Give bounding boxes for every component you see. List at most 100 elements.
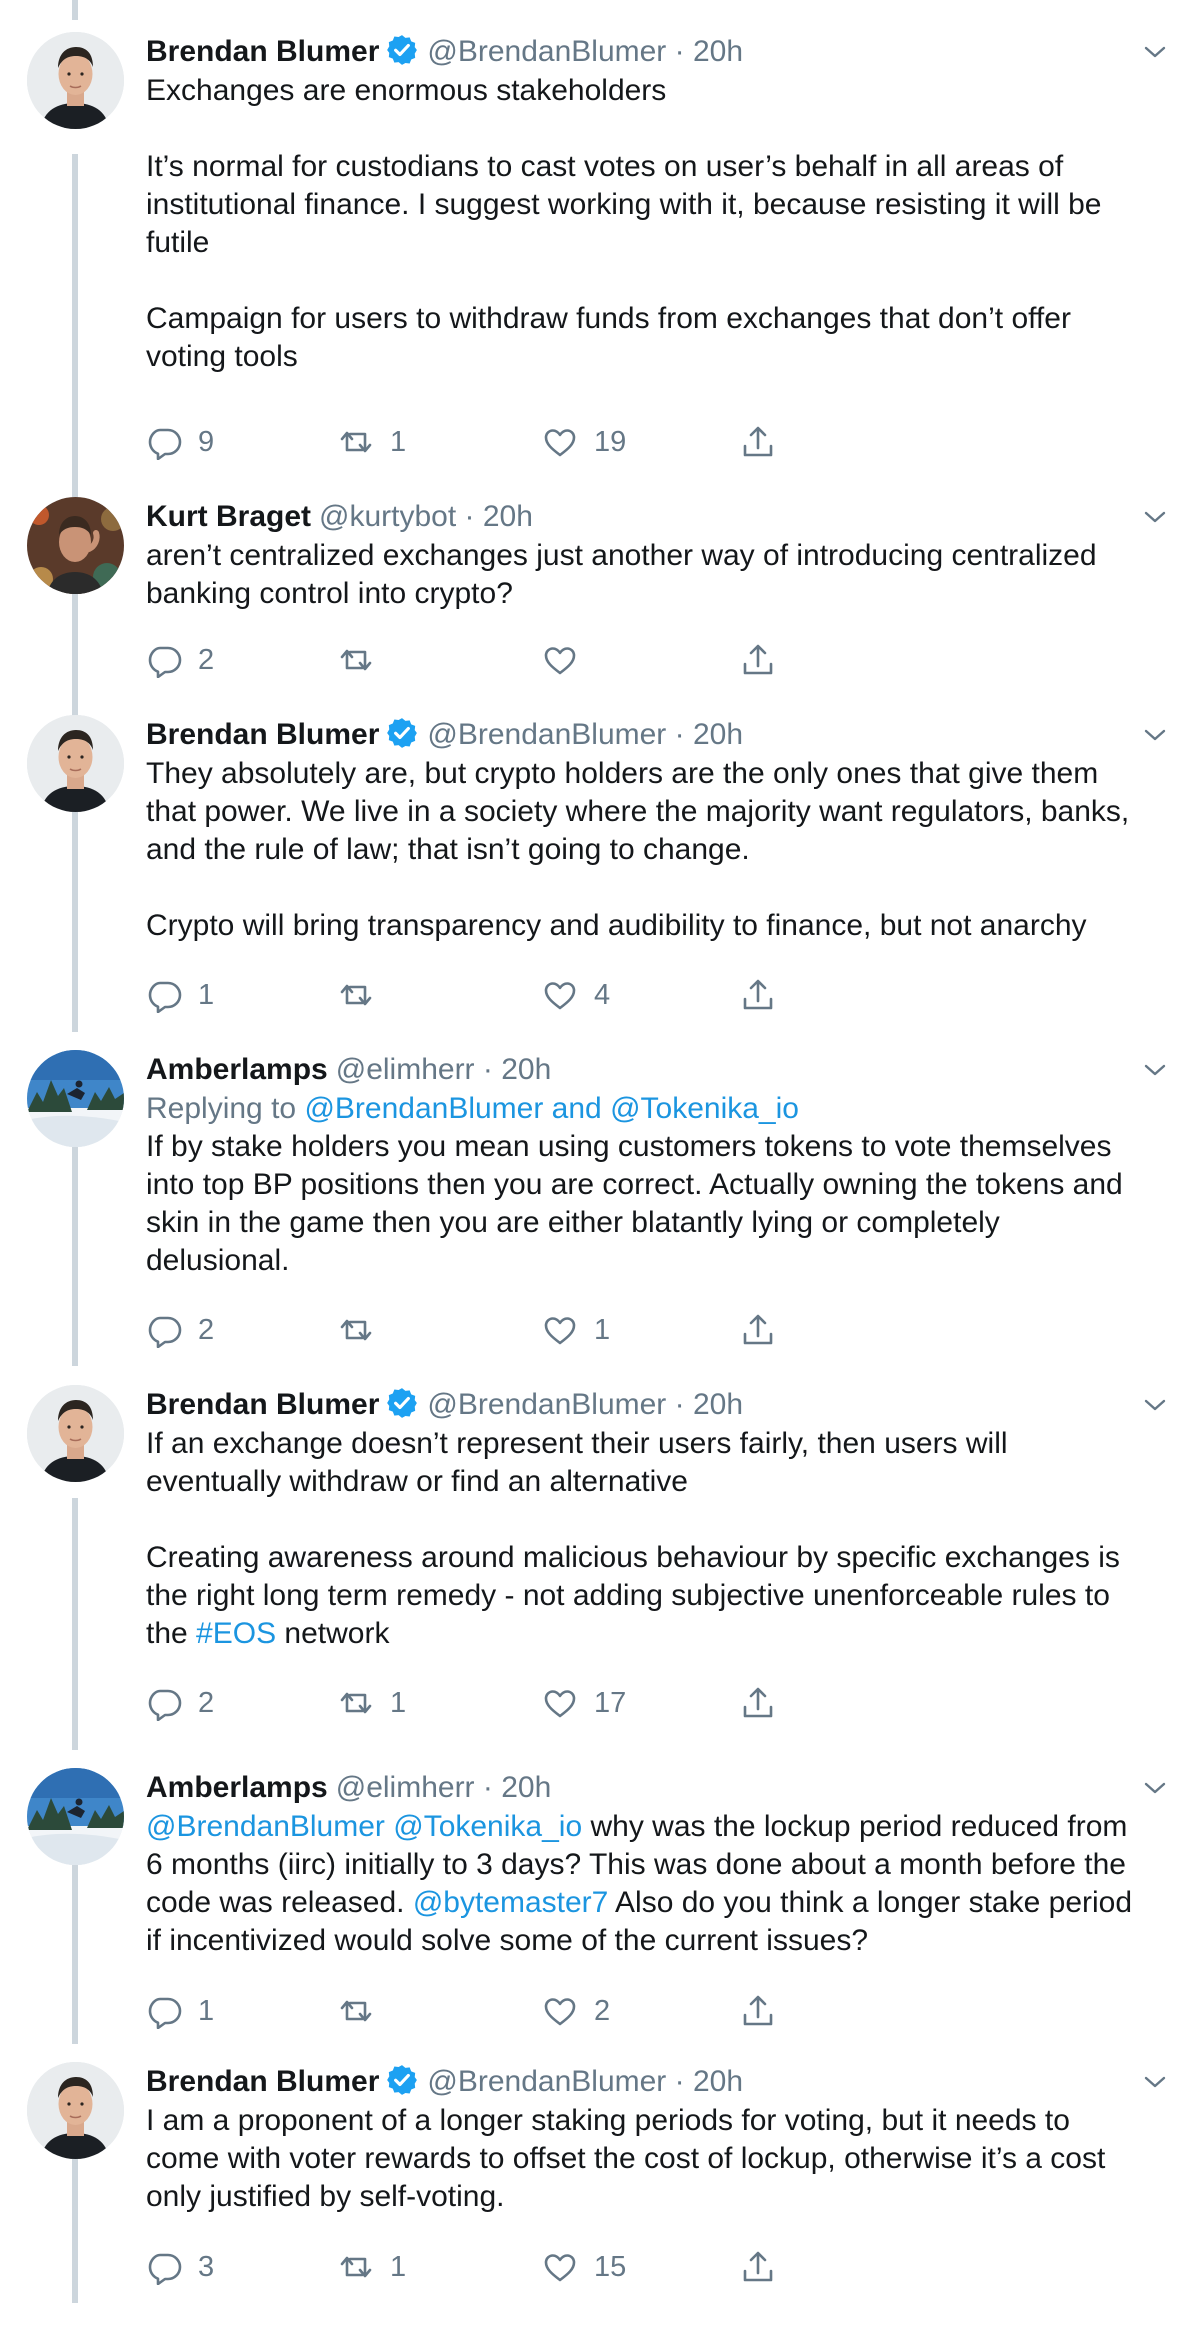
replying-to: Replying to @BrendanBlumer and @Tokenika… [146, 1090, 1175, 1128]
brendan-avatar[interactable] [27, 2062, 124, 2159]
chevron-down-icon[interactable] [1135, 32, 1175, 72]
heart-icon [544, 1690, 576, 1718]
tweet-timestamp[interactable]: 20h [693, 718, 743, 751]
share-button[interactable] [740, 1679, 792, 1727]
reply-button[interactable]: 3 [146, 2243, 214, 2291]
reply-button[interactable]: 9 [146, 418, 214, 466]
brendan-avatar[interactable] [27, 715, 124, 812]
reply-button[interactable]: 1 [146, 971, 214, 1019]
author-handle[interactable]: @BrendanBlumer [427, 1388, 666, 1421]
retweet-button[interactable]: 1 [338, 1679, 406, 1727]
like-button[interactable] [542, 636, 594, 684]
like-count: 2 [594, 1994, 611, 2027]
author-name[interactable]: Amberlamps [146, 1771, 328, 1804]
share-button[interactable] [740, 1306, 792, 1354]
tweet-header: Brendan Blumer @BrendanBlumer · 20h [146, 1385, 1175, 1425]
author-name[interactable]: Brendan Blumer [146, 2065, 379, 2098]
author-name[interactable]: Kurt Braget [146, 500, 311, 533]
reply-icon [148, 646, 182, 678]
like-button[interactable]: 15 [542, 2243, 626, 2291]
retweet-button[interactable] [338, 1987, 390, 2035]
share-button[interactable] [740, 971, 792, 1019]
reply-button[interactable]: 1 [146, 1987, 214, 2035]
reply-icon [148, 1689, 182, 1721]
heart-icon [544, 1998, 576, 2026]
author-handle[interactable]: @BrendanBlumer [427, 2065, 666, 2098]
tweet-actions: 2 1 17 [146, 1679, 786, 1727]
tweet-text: Exchanges are enormous stakeholders It’s… [146, 72, 1175, 376]
tweet-text: aren’t centralized exchanges just anothe… [146, 537, 1175, 613]
replying-to-link[interactable]: @BrendanBlumer and @Tokenika_io [304, 1092, 799, 1125]
author-handle[interactable]: @elimherr [336, 1771, 475, 1804]
tweet-text-segment: network [276, 1617, 390, 1650]
reply-count: 2 [198, 643, 215, 676]
kurt-avatar[interactable] [27, 497, 124, 594]
author-name[interactable]: Brendan Blumer [146, 35, 379, 68]
separator-dot: · [666, 1388, 693, 1421]
retweet-icon [340, 2256, 372, 2278]
tweet-timestamp[interactable]: 20h [501, 1771, 551, 1804]
share-icon [743, 979, 773, 1010]
tweet-actions: 9 1 19 [146, 418, 786, 466]
share-button[interactable] [740, 418, 792, 466]
tweet-text: They absolutely are, but crypto holders … [146, 755, 1175, 945]
verified-badge-icon [385, 1386, 419, 1420]
chevron-down-icon[interactable] [1135, 1385, 1175, 1425]
tweet-timestamp[interactable]: 20h [693, 1388, 743, 1421]
tweet-timestamp[interactable]: 20h [693, 2065, 743, 2098]
reply-icon [148, 1997, 182, 2029]
tweet-timestamp[interactable]: 20h [483, 500, 533, 533]
retweet-icon [340, 2000, 372, 2022]
mention-link[interactable]: #EOS [196, 1617, 276, 1650]
retweet-button[interactable]: 1 [338, 418, 406, 466]
author-handle[interactable]: @BrendanBlumer [427, 35, 666, 68]
mention-link[interactable]: @bytemaster7 [413, 1886, 609, 1919]
chevron-down-icon[interactable] [1135, 715, 1175, 755]
brendan-avatar[interactable] [27, 32, 124, 129]
like-button[interactable]: 19 [542, 418, 626, 466]
like-button[interactable]: 1 [542, 1306, 610, 1354]
retweet-button[interactable] [338, 636, 390, 684]
chevron-down-icon[interactable] [1135, 2062, 1175, 2102]
retweet-icon [340, 649, 372, 671]
thread-connector-line [72, 1498, 78, 1750]
author-handle[interactable]: @BrendanBlumer [427, 718, 666, 751]
amberlamps-avatar[interactable] [27, 1768, 124, 1865]
thread-connector-line [72, 1112, 78, 1366]
heart-icon [544, 982, 576, 1010]
author-name[interactable]: Brendan Blumer [146, 718, 379, 751]
tweet-timestamp[interactable]: 20h [693, 35, 743, 68]
like-button[interactable]: 2 [542, 1987, 610, 2035]
author-name[interactable]: Amberlamps [146, 1053, 328, 1086]
share-button[interactable] [740, 1987, 792, 2035]
chevron-down-icon[interactable] [1135, 1050, 1175, 1090]
tweet-header: Amberlamps @elimherr · 20h [146, 1768, 1175, 1808]
chevron-down-icon[interactable] [1135, 497, 1175, 537]
author-handle[interactable]: @kurtybot [319, 500, 456, 533]
retweet-button[interactable]: 1 [338, 2243, 406, 2291]
author-handle[interactable]: @elimherr [336, 1053, 475, 1086]
retweet-button[interactable] [338, 1306, 390, 1354]
share-icon [743, 1687, 773, 1718]
like-button[interactable]: 17 [542, 1679, 626, 1727]
reply-button[interactable]: 2 [146, 1306, 214, 1354]
tweet-text: I am a proponent of a longer staking per… [146, 2102, 1175, 2216]
amberlamps-avatar[interactable] [27, 1050, 124, 1147]
reply-button[interactable]: 2 [146, 1679, 214, 1727]
retweet-button[interactable] [338, 971, 390, 1019]
tweet-content: Amberlamps @elimherr · 20h @BrendanBlumer … [146, 1768, 1175, 1960]
author-name[interactable]: Brendan Blumer [146, 1388, 379, 1421]
tweet-header: Brendan Blumer @BrendanBlumer · 20h [146, 32, 1175, 72]
verified-badge-icon [385, 33, 419, 67]
like-button[interactable]: 4 [542, 971, 610, 1019]
brendan-avatar[interactable] [27, 1385, 124, 1482]
share-button[interactable] [740, 636, 792, 684]
verified-badge-icon [385, 2063, 419, 2097]
tweet-thread: Brendan Blumer @BrendanBlumer · 20h Exchan… [0, 0, 1199, 2326]
mention-link[interactable]: @BrendanBlumer @Tokenika_io [146, 1810, 582, 1843]
reply-button[interactable]: 2 [146, 636, 214, 684]
chevron-down-icon[interactable] [1135, 1768, 1175, 1808]
tweet-actions: 3 1 15 [146, 2243, 786, 2291]
share-button[interactable] [740, 2243, 792, 2291]
tweet-timestamp[interactable]: 20h [501, 1053, 551, 1086]
